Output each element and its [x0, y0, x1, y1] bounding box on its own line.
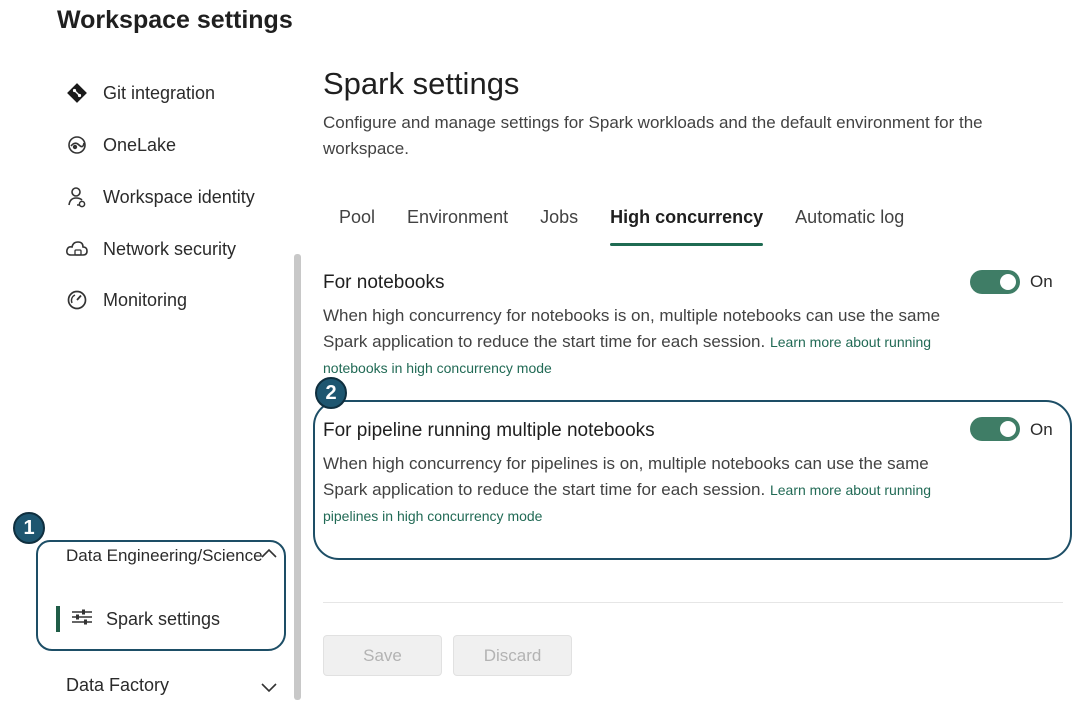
- toggle-knob: [1000, 421, 1016, 437]
- sidebar-item-label: Network security: [103, 238, 237, 259]
- discard-button[interactable]: Discard: [453, 635, 572, 676]
- sidebar-item-network-security[interactable]: Network security: [65, 234, 236, 264]
- chevron-up-icon[interactable]: [260, 545, 278, 563]
- tab-environment[interactable]: Environment: [407, 207, 508, 247]
- selected-indicator: [56, 606, 60, 632]
- settings-tabs: Pool Environment Jobs High concurrency A…: [339, 207, 936, 247]
- workspace-identity-icon: [65, 185, 89, 209]
- workspace-settings-title: Workspace settings: [57, 6, 293, 34]
- network-security-icon: [65, 237, 89, 261]
- notebooks-toggle-label: On: [1030, 272, 1053, 291]
- chevron-down-icon[interactable]: [260, 678, 278, 696]
- save-button[interactable]: Save: [323, 635, 442, 676]
- sidebar-item-git-integration[interactable]: Git integration: [65, 78, 215, 108]
- monitoring-icon: [65, 288, 89, 312]
- sidebar-item-label: Monitoring: [103, 289, 188, 310]
- tab-jobs[interactable]: Jobs: [540, 207, 578, 247]
- page-description: Configure and manage settings for Spark …: [323, 113, 983, 158]
- toggle-knob: [1000, 274, 1016, 290]
- pipelines-toggle-label: On: [1030, 420, 1053, 439]
- sidebar-scrollbar[interactable]: [294, 254, 301, 700]
- sidebar-item-label: OneLake: [103, 134, 177, 155]
- sidebar-item-label: Git integration: [103, 82, 216, 103]
- sidebar-item-workspace-identity[interactable]: Workspace identity: [65, 182, 255, 212]
- sidebar-item-label: Spark settings: [106, 608, 221, 629]
- tab-high-concurrency[interactable]: High concurrency: [610, 207, 764, 247]
- tab-pool[interactable]: Pool: [339, 207, 375, 247]
- callout-badge-1: 1: [13, 512, 45, 544]
- page-title: Spark settings: [323, 66, 520, 101]
- onelake-icon: [65, 133, 89, 157]
- sidebar-item-label: Workspace identity: [103, 186, 255, 207]
- sidebar-item-spark-settings[interactable]: Spark settings: [56, 604, 220, 634]
- notebooks-section-title: For notebooks: [323, 272, 445, 293]
- pipelines-section-title: For pipeline running multiple notebooks: [323, 420, 655, 441]
- group-data-factory[interactable]: Data Factory: [66, 675, 169, 696]
- sidebar-item-onelake[interactable]: OneLake: [65, 130, 176, 160]
- notebooks-section-description: When high concurrency for notebooks is o…: [323, 303, 973, 381]
- git-icon: [65, 81, 89, 105]
- sliders-icon: [70, 607, 94, 632]
- notebooks-toggle[interactable]: [970, 270, 1020, 294]
- pipelines-toggle[interactable]: [970, 417, 1020, 441]
- callout-badge-2: 2: [315, 377, 347, 409]
- divider: [323, 602, 1063, 603]
- pipelines-section-description: When high concurrency for pipelines is o…: [323, 451, 973, 529]
- sidebar-item-monitoring[interactable]: Monitoring: [65, 285, 187, 315]
- workspace-settings-page: Workspace settings Git integration OneLa…: [0, 0, 1072, 711]
- group-data-engineering-science[interactable]: Data Engineering/Science: [66, 543, 276, 569]
- tab-automatic-log[interactable]: Automatic log: [795, 207, 904, 247]
